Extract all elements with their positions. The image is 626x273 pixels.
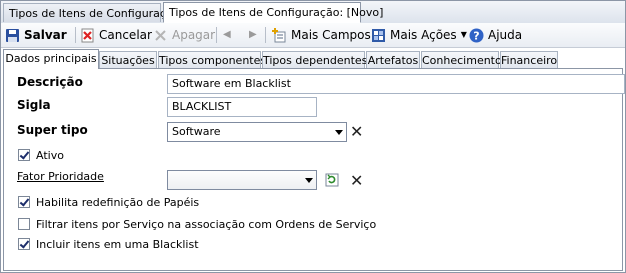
filtrar-servico-label: Filtrar itens por Serviço na associação …	[36, 218, 377, 231]
more-fields-label: Mais Campos	[291, 28, 371, 42]
main-panel: Descrição Software em Blacklist Sigla BL…	[3, 68, 625, 271]
cancel-label: Cancelar	[99, 28, 152, 42]
delete-label: Apagar	[172, 28, 216, 42]
tab-artefatos[interactable]: Artefatos	[366, 51, 420, 68]
next-button[interactable]: ▶	[249, 26, 257, 44]
super-tipo-label: Super tipo	[17, 123, 88, 137]
chevron-down-icon	[305, 178, 313, 183]
toolbar: Salvar Cancelar Apagar ◀ ▶ Mais Campos M…	[1, 23, 625, 48]
chevron-down-icon: ▼	[460, 30, 467, 39]
cancel-button[interactable]: Cancelar	[80, 26, 152, 44]
habilita-papeis-label: Habilita redefinição de Papéis	[36, 196, 200, 209]
sigla-input[interactable]: BLACKLIST	[167, 97, 317, 117]
add-fields-icon	[272, 27, 287, 43]
more-actions-button[interactable]: Mais Ações ▼	[371, 26, 467, 44]
window-frame: Tipos de Itens de Configuração Tipos de …	[0, 0, 626, 273]
ativo-label: Ativo	[36, 149, 64, 162]
toolbar-separator	[265, 27, 266, 43]
save-label: Salvar	[24, 28, 67, 42]
document-tabs: Tipos de Itens de Configuração Tipos de …	[1, 1, 625, 24]
fator-prioridade-label[interactable]: Fator Prioridade	[17, 170, 104, 183]
tab-tipos-dependentes[interactable]: Tipos dependentes	[262, 51, 367, 68]
arrow-left-icon: ◀	[223, 29, 231, 40]
clear-super-tipo-icon[interactable]: ✕	[350, 124, 363, 140]
help-icon: ?	[469, 28, 484, 43]
svg-text:?: ?	[473, 29, 479, 42]
refresh-icon[interactable]	[325, 173, 339, 187]
more-actions-label: Mais Ações	[390, 28, 457, 42]
previous-button[interactable]: ◀	[223, 26, 231, 44]
toolbar-separator	[75, 27, 76, 43]
doc-tab-list[interactable]: Tipos de Itens de Configuração	[3, 3, 179, 22]
fator-prioridade-select[interactable]	[167, 170, 317, 190]
delete-button[interactable]: Apagar	[153, 26, 215, 44]
tab-dados-principais[interactable]: Dados principais	[3, 49, 99, 69]
doc-tab-new[interactable]: Tipos de Itens de Configuração: [Novo]	[163, 2, 383, 23]
floppy-disk-icon	[5, 28, 20, 43]
sigla-label: Sigla	[17, 98, 51, 112]
description-input[interactable]: Software em Blacklist	[167, 74, 625, 94]
ativo-checkbox[interactable]	[18, 149, 30, 161]
blacklist-checkbox[interactable]	[18, 238, 30, 250]
clear-fator-icon[interactable]: ✕	[350, 173, 363, 189]
actions-grid-icon	[371, 28, 386, 43]
save-button[interactable]: Salvar	[5, 26, 67, 44]
help-button[interactable]: ? Ajuda	[469, 26, 522, 44]
description-label: Descrição	[17, 75, 83, 89]
super-tipo-value: Software	[172, 125, 221, 138]
tab-tipos-componentes[interactable]: Tipos componentes	[158, 51, 266, 68]
more-fields-button[interactable]: Mais Campos	[272, 26, 371, 44]
chevron-down-icon	[335, 130, 343, 135]
arrow-right-icon: ▶	[249, 29, 257, 40]
blacklist-label: Incluir itens em uma Blacklist	[36, 238, 199, 251]
delete-x-icon	[153, 28, 168, 43]
tab-conhecimento[interactable]: Conhecimento	[421, 51, 502, 68]
toolbar-separator	[216, 27, 217, 43]
tab-situacoes[interactable]: Situações	[99, 51, 157, 68]
cancel-icon	[80, 28, 95, 43]
super-tipo-select[interactable]: Software	[167, 122, 347, 142]
filtrar-servico-checkbox[interactable]	[18, 218, 30, 230]
habilita-papeis-checkbox[interactable]	[18, 196, 30, 208]
help-label: Ajuda	[488, 28, 523, 42]
tab-financeiro[interactable]: Financeiro	[500, 51, 558, 68]
